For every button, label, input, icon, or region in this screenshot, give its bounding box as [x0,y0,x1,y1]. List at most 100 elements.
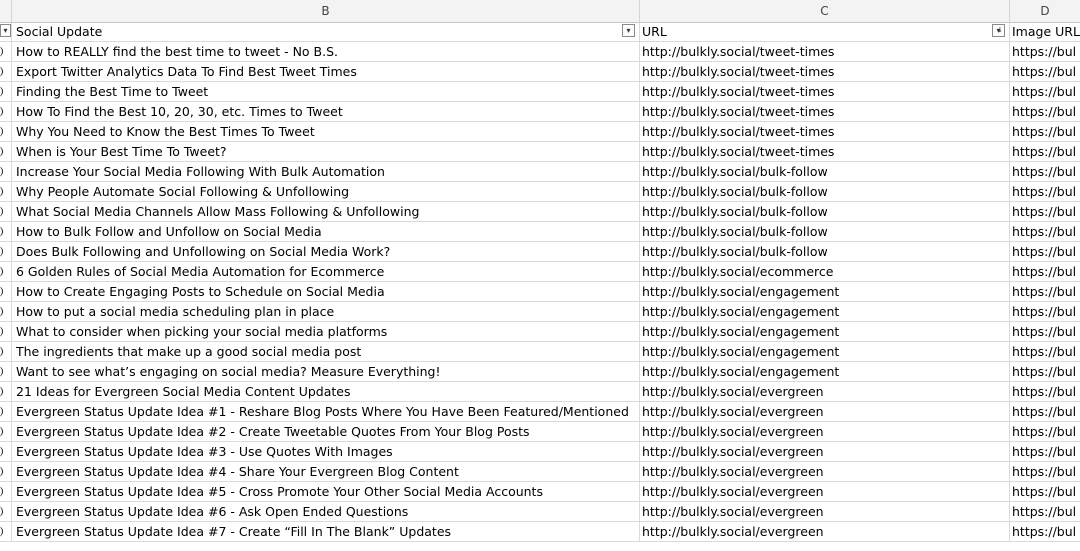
cell-a[interactable] [0,362,12,381]
cell-a[interactable] [0,442,12,461]
column-header-d[interactable]: D [1010,0,1080,22]
cell-social-update[interactable]: How to Bulk Follow and Unfollow on Socia… [12,222,640,241]
cell-a[interactable] [0,322,12,341]
cell-social-update[interactable]: Evergreen Status Update Idea #2 - Create… [12,422,640,441]
cell-a[interactable] [0,462,12,481]
cell-image-url[interactable]: https://bul [1010,282,1080,301]
cell-a[interactable] [0,382,12,401]
cell-a[interactable] [0,302,12,321]
cell-social-update[interactable]: How to put a social media scheduling pla… [12,302,640,321]
cell-image-url[interactable]: https://bul [1010,502,1080,521]
cell-image-url[interactable]: https://bul [1010,122,1080,141]
cell-social-update[interactable]: Finding the Best Time to Tweet [12,82,640,101]
cell-url[interactable]: http://bulkly.social/tweet-times [640,142,1010,161]
cell-image-url[interactable]: https://bul [1010,182,1080,201]
cell-a-header[interactable]: ▾ [0,22,12,41]
cell-image-url[interactable]: https://bul [1010,342,1080,361]
cell-url[interactable]: http://bulkly.social/tweet-times [640,42,1010,61]
cell-a[interactable] [0,342,12,361]
cell-a[interactable] [0,142,12,161]
cell-url[interactable]: http://bulkly.social/bulk-follow [640,162,1010,181]
cell-image-url[interactable]: https://bul [1010,222,1080,241]
cell-image-url[interactable]: https://bul [1010,302,1080,321]
cell-image-url[interactable]: https://bul [1010,242,1080,261]
cell-image-url[interactable]: https://bul [1010,42,1080,61]
cell-image-url[interactable]: https://bul [1010,482,1080,501]
cell-url[interactable]: http://bulkly.social/engagement [640,282,1010,301]
cell-image-url[interactable]: https://bul [1010,142,1080,161]
cell-image-url[interactable]: https://bul [1010,162,1080,181]
column-header-a[interactable] [0,0,12,22]
cell-social-update[interactable]: Evergreen Status Update Idea #4 - Share … [12,462,640,481]
cell-url[interactable]: http://bulkly.social/bulk-follow [640,222,1010,241]
cell-a[interactable] [0,122,12,141]
cell-social-update[interactable]: What Social Media Channels Allow Mass Fo… [12,202,640,221]
cell-url[interactable]: http://bulkly.social/evergreen [640,502,1010,521]
sort-filter-icon[interactable]: ▾ ↓ [992,24,1005,37]
cell-url[interactable]: http://bulkly.social/engagement [640,362,1010,381]
cell-url[interactable]: http://bulkly.social/bulk-follow [640,182,1010,201]
spreadsheet-grid[interactable]: B C D ▾ Social Update URL Image URL ▾ ▾ ↓… [0,0,1080,551]
cell-url[interactable]: http://bulkly.social/evergreen [640,382,1010,401]
cell-social-update[interactable]: Why People Automate Social Following & U… [12,182,640,201]
cell-image-url[interactable]: https://bul [1010,62,1080,81]
cell-url[interactable]: http://bulkly.social/engagement [640,322,1010,341]
column-header-c[interactable]: C [640,0,1010,22]
cell-a[interactable] [0,282,12,301]
cell-url[interactable]: http://bulkly.social/evergreen [640,522,1010,541]
cell-url[interactable]: http://bulkly.social/evergreen [640,442,1010,461]
cell-image-url[interactable]: https://bul [1010,102,1080,121]
column-header-b[interactable]: B [12,0,640,22]
cell-image-url[interactable]: https://bul [1010,422,1080,441]
cell-a[interactable] [0,262,12,281]
cell-social-update[interactable]: Evergreen Status Update Idea #6 - Ask Op… [12,502,640,521]
cell-url[interactable]: http://bulkly.social/evergreen [640,482,1010,501]
cell-url[interactable]: http://bulkly.social/tweet-times [640,82,1010,101]
header-image-url[interactable]: Image URL [1010,22,1080,41]
cell-a[interactable] [0,482,12,501]
cell-social-update[interactable]: How To Find the Best 10, 20, 30, etc. Ti… [12,102,640,121]
cell-social-update[interactable]: The ingredients that make up a good soci… [12,342,640,361]
cell-social-update[interactable]: When is Your Best Time To Tweet? [12,142,640,161]
cell-a[interactable] [0,242,12,261]
cell-social-update[interactable]: Export Twitter Analytics Data To Find Be… [12,62,640,81]
dropdown-arrow-icon[interactable]: ▾ [622,24,635,37]
cell-a[interactable] [0,102,12,121]
cell-url[interactable]: http://bulkly.social/bulk-follow [640,202,1010,221]
cell-image-url[interactable]: https://bul [1010,322,1080,341]
cell-social-update[interactable]: 21 Ideas for Evergreen Social Media Cont… [12,382,640,401]
cell-social-update[interactable]: Does Bulk Following and Unfollowing on S… [12,242,640,261]
header-url[interactable]: URL [640,22,1010,41]
cell-url[interactable]: http://bulkly.social/evergreen [640,422,1010,441]
cell-url[interactable]: http://bulkly.social/engagement [640,342,1010,361]
cell-url[interactable]: http://bulkly.social/engagement [640,302,1010,321]
cell-url[interactable]: http://bulkly.social/evergreen [640,402,1010,421]
cell-image-url[interactable]: https://bul [1010,362,1080,381]
dropdown-arrow-icon[interactable]: ▾ [0,24,11,37]
cell-social-update[interactable]: How to Create Engaging Posts to Schedule… [12,282,640,301]
cell-a[interactable] [0,162,12,181]
cell-url[interactable]: http://bulkly.social/evergreen [640,462,1010,481]
cell-url[interactable]: http://bulkly.social/tweet-times [640,102,1010,121]
cell-a[interactable] [0,222,12,241]
cell-social-update[interactable]: Evergreen Status Update Idea #7 - Create… [12,522,640,541]
cell-url[interactable]: http://bulkly.social/tweet-times [640,122,1010,141]
cell-a[interactable] [0,62,12,81]
cell-social-update[interactable]: Evergreen Status Update Idea #1 - Reshar… [12,402,640,421]
cell-url[interactable]: http://bulkly.social/ecommerce [640,262,1010,281]
cell-image-url[interactable]: https://bul [1010,382,1080,401]
cell-image-url[interactable]: https://bul [1010,442,1080,461]
cell-image-url[interactable]: https://bul [1010,82,1080,101]
cell-url[interactable]: http://bulkly.social/bulk-follow [640,242,1010,261]
cell-a[interactable] [0,502,12,521]
cell-a[interactable] [0,522,12,541]
cell-social-update[interactable]: Why You Need to Know the Best Times To T… [12,122,640,141]
cell-social-update[interactable]: 6 Golden Rules of Social Media Automatio… [12,262,640,281]
cell-a[interactable] [0,422,12,441]
cell-social-update[interactable]: What to consider when picking your socia… [12,322,640,341]
cell-image-url[interactable]: https://bul [1010,462,1080,481]
cell-image-url[interactable]: https://bul [1010,402,1080,421]
cell-image-url[interactable]: https://bul [1010,262,1080,281]
cell-image-url[interactable]: https://bul [1010,202,1080,221]
cell-a[interactable] [0,202,12,221]
